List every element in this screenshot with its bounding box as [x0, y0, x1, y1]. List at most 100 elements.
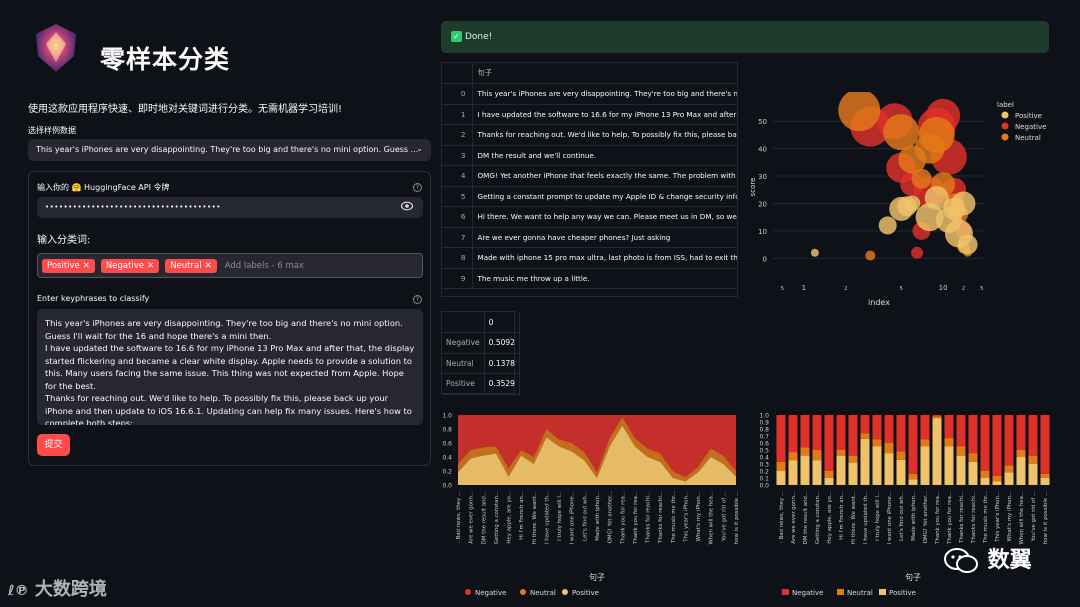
bar-positive [944, 446, 954, 485]
close-icon[interactable]: ✕ [83, 261, 90, 271]
scatter-point-positive [810, 248, 819, 257]
row-value: 0.5092 [484, 332, 520, 354]
legend-label: Neutral [847, 589, 873, 597]
y-tick-label: 0.3 [759, 462, 769, 469]
results-table[interactable]: 句子 0 This year's iPhones are very disappo… [441, 62, 738, 297]
bar-neutral [824, 471, 834, 478]
bar-positive [980, 478, 990, 485]
x-tick-label: Made with iphon... [595, 491, 601, 541]
bar-neutral [788, 452, 798, 461]
table-row[interactable]: 0 This year's iPhones are very disappoint… [442, 83, 737, 105]
bar-negative [884, 415, 894, 443]
legend-marker [879, 589, 886, 595]
row-sentence: I have updated the software to 16.6 for … [472, 104, 737, 125]
bar-neutral [1016, 450, 1026, 457]
x-tick-label: Hi there. We want... [532, 491, 538, 545]
x-tick-label: The music me thr... [983, 491, 989, 544]
x-tick-label: Thanks for reachi... [971, 491, 977, 544]
summary-table[interactable]: 0 Negative 0.5092 Neutral 0.1378 Positive 0.3… [441, 311, 520, 395]
y-tick-label: 0.6 [442, 441, 452, 448]
row-sentence: Getting a constant prompt to update my A… [472, 186, 737, 207]
bar-positive [908, 479, 918, 485]
close-icon[interactable]: ✕ [205, 261, 212, 271]
row-index: 6 [442, 206, 473, 228]
table-row[interactable]: 8 Made with iphone 15 pro max ultra, last… [442, 247, 737, 269]
bar-neutral [860, 433, 870, 439]
bar-neutral [848, 455, 858, 463]
table-row[interactable]: Positive 0.3529 [442, 373, 520, 395]
table-row[interactable]: 3 DM the result and we'll continue. [442, 145, 737, 166]
scatter-point-neutral [918, 116, 955, 153]
close-icon[interactable]: ✕ [147, 261, 154, 271]
status-text: Done! [465, 32, 493, 42]
row-index: 3 [442, 145, 473, 166]
bar-negative [1028, 415, 1038, 456]
page-title: 零样本分类 [100, 45, 231, 74]
legend-marker [562, 589, 568, 595]
bar-negative [920, 415, 930, 440]
table-row[interactable]: 6 Hi there. We want to help any way we ca… [442, 206, 737, 228]
x-tick-label: Hi I'm French an... [839, 491, 845, 540]
x-tick-label: I have updated th... [863, 491, 869, 544]
submit-button[interactable]: 提交 [37, 434, 70, 456]
x-tick-label: 1 [802, 284, 806, 292]
example-select[interactable]: This year's iPhones are very disappointi… [28, 139, 431, 161]
class-tags-input[interactable]: Positive ✕ Negative ✕ Neutral ✕ Add labels … [37, 253, 423, 278]
example-select-label: 选择样例数据 [28, 126, 76, 135]
x-axis-title: index [868, 298, 890, 307]
bar-negative [1040, 415, 1050, 474]
x-tick-label: 10 [939, 284, 948, 292]
table-row[interactable]: 9 The music me throw up a little. [442, 268, 737, 289]
scatter-point-positive [957, 234, 978, 255]
help-icon[interactable]: ? [413, 295, 422, 304]
tag-neutral[interactable]: Neutral ✕ [165, 258, 217, 273]
table-row[interactable]: 1I have updated the software to 16.6 for… [442, 104, 737, 125]
bar-neutral [836, 450, 846, 456]
y-tick-label: 0.2 [442, 469, 452, 476]
bar-positive [1040, 478, 1050, 485]
bar-negative [896, 415, 906, 452]
keyphrases-textarea[interactable]: This year's iPhones are very disappointi… [37, 309, 423, 425]
bar-neutral [812, 450, 822, 461]
wechat-icon [944, 548, 988, 573]
bar-positive [884, 453, 894, 485]
api-token-input[interactable]: •••••••••••••••••••••••••••••••••••••• [37, 197, 423, 218]
bar-neutral [776, 461, 786, 471]
y-tick-label: 20 [758, 200, 767, 208]
bar-neutral [884, 443, 894, 454]
y-tick-label: 0.4 [442, 455, 452, 462]
table-row[interactable]: 2 Thanks for reaching out. We'd like to h… [442, 124, 737, 146]
tag-input-placeholder[interactable]: Add labels - 6 max [225, 261, 304, 271]
table-row[interactable]: 7 Are we ever gonna have cheaper phones? … [442, 227, 737, 248]
bar-positive [800, 455, 810, 485]
tag-negative[interactable]: Negative ✕ [100, 258, 160, 273]
keyphrases-label: Enter keyphrases to classify [37, 294, 150, 303]
x-axis-title: 句子 [905, 572, 921, 582]
eye-icon[interactable] [400, 201, 414, 213]
scatter-point-neutral [911, 168, 932, 189]
table-row[interactable]: Negative 0.5092 [442, 332, 520, 354]
bar-negative [812, 415, 822, 450]
row-sentence: Thanks for reaching out. We'd like to he… [472, 124, 737, 146]
x-tick-label: You've got rid of ... [721, 491, 727, 543]
bar-positive [920, 446, 930, 485]
tag-positive[interactable]: Positive ✕ [42, 258, 95, 273]
y-tick-label: 40 [758, 146, 767, 154]
bar-positive [896, 459, 906, 485]
watermark-right: 数翼 [944, 542, 1032, 575]
x-tick-label: : Bad news, they ... [779, 491, 785, 543]
row-index: 0 [442, 83, 473, 105]
x-tick-label: how is it possible ... [1043, 491, 1049, 544]
x-tick-label: I want one iPhone... [887, 491, 893, 545]
y-tick-label: 1.0 [442, 413, 452, 420]
help-icon[interactable]: ? [413, 183, 422, 192]
table-row[interactable]: 4 OMG! Yet another iPhone that feels exac… [442, 165, 737, 187]
watermark-logo-icon: ℓ℗ [8, 583, 29, 599]
bar-positive [836, 455, 846, 485]
x-tick-label: 5 [980, 286, 983, 292]
table-row[interactable]: 5 Getting a constant prompt to update my … [442, 186, 737, 207]
x-tick-label: OMG! Yet another... [608, 491, 614, 544]
score-header: 0 [484, 312, 520, 333]
table-row[interactable]: Neutral 0.1378 [442, 353, 520, 374]
row-sentence: OMG! Yet another iPhone that feels exact… [472, 165, 737, 187]
